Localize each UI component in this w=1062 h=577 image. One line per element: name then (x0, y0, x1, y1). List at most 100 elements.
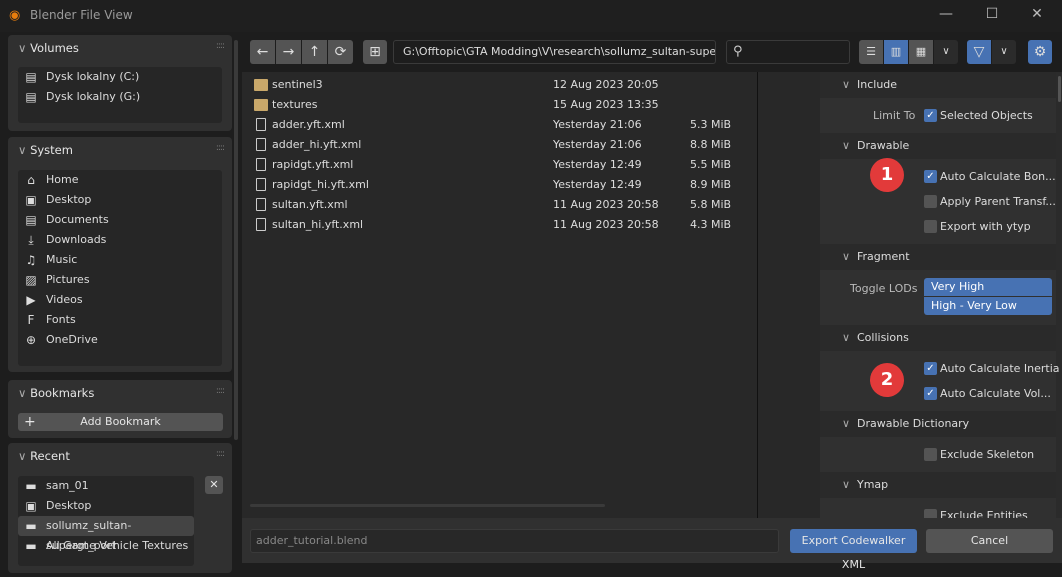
file-row[interactable]: rapidgt_hi.yft.xml Yesterday 12:49 8.9 MiB (242, 175, 820, 195)
maximize-button[interactable]: ☐ (982, 6, 1002, 26)
fragment-section-header[interactable]: ∨ Fragment (820, 244, 1056, 270)
file-icon (256, 198, 266, 211)
include-section-header[interactable]: ∨ Include (820, 72, 1056, 98)
recent-item[interactable]: ▬ sollumz_sultan-supergt_port (18, 516, 194, 552)
limit-to-label: Limit To (873, 109, 916, 122)
recent-item[interactable]: ▬ All Game Vehicle Textures (18, 536, 194, 556)
volumes-header[interactable]: ∨ Volumes (18, 41, 79, 55)
recent-item-label: Desktop (46, 499, 92, 512)
horizontal-scrollbar[interactable] (250, 504, 605, 507)
file-row[interactable]: adder.yft.xml Yesterday 21:06 5.3 MiB (242, 115, 820, 135)
volume-label: Dysk lokalny (G:) (46, 90, 141, 103)
home-icon: ⌂ (27, 173, 35, 187)
parent-directory-button[interactable]: ↑ (302, 40, 327, 64)
settings-button[interactable]: ⚙ (1028, 40, 1052, 64)
drag-handle-icon[interactable]: :::: (216, 386, 225, 396)
selected-objects-checkbox[interactable]: ✓ (924, 109, 937, 122)
volumes-panel: ∨ Volumes :::: ▤ Dysk lokalny (C:) ▤ Dysk … (8, 35, 232, 131)
minimize-button[interactable]: — (936, 6, 956, 26)
cancel-button[interactable]: Cancel (926, 529, 1053, 553)
display-options-dropdown[interactable]: ∨ (934, 40, 958, 64)
file-row[interactable]: sentinel3 12 Aug 2023 20:05 (242, 75, 820, 95)
forward-button[interactable]: → (276, 40, 301, 64)
display-thumbnails-button[interactable]: ▦ (909, 40, 933, 64)
option-checkbox[interactable] (924, 448, 937, 461)
drive-icon: ▤ (25, 70, 37, 84)
file-size: 5.5 MiB (690, 158, 732, 171)
list-icon: ☰ (866, 45, 876, 58)
bookmarks-header[interactable]: ∨ Bookmarks (18, 386, 94, 400)
system-item-label: Videos (46, 293, 83, 306)
option-checkbox[interactable] (924, 195, 937, 208)
file-icon (256, 158, 266, 171)
option-label: Auto Calculate Bon... (940, 170, 1056, 183)
volumes-list: ▤ Dysk lokalny (C:) ▤ Dysk lokalny (G:) (18, 67, 222, 123)
drag-handle-icon[interactable]: :::: (216, 41, 225, 51)
system-item[interactable]: ▨ Pictures (18, 270, 222, 290)
ymap-section-header[interactable]: ∨ Ymap (820, 472, 1056, 498)
close-button[interactable]: ✕ (1027, 6, 1047, 26)
option-checkbox[interactable]: ✓ (924, 170, 937, 183)
file-row[interactable]: sultan.yft.xml 11 Aug 2023 20:58 5.8 MiB (242, 195, 820, 215)
system-item[interactable]: ⊕ OneDrive (18, 330, 222, 350)
system-header[interactable]: ∨ System (18, 143, 73, 157)
filename-input[interactable]: adder_tutorial.blend (250, 529, 779, 553)
music-icon: ♫ (25, 253, 37, 267)
system-item-label: Music (46, 253, 78, 266)
chevron-down-icon: ∨ (942, 46, 950, 57)
system-item[interactable]: ⤓ Downloads (18, 230, 222, 250)
collisions-section-header[interactable]: ∨ Collisions (820, 325, 1056, 351)
option-checkbox[interactable]: ✓ (924, 362, 937, 375)
desktop-icon: ▣ (25, 193, 37, 207)
sidebar-scrollbar[interactable] (234, 40, 238, 440)
option-checkbox[interactable]: ✓ (924, 387, 937, 400)
recent-item[interactable]: ▣ Desktop (18, 496, 194, 516)
file-date: 11 Aug 2023 20:58 (553, 218, 659, 231)
new-directory-button[interactable]: ⊞ (363, 40, 387, 64)
option-checkbox[interactable] (924, 220, 937, 233)
search-input[interactable]: ⚲ (726, 40, 850, 64)
file-row[interactable]: rapidgt.yft.xml Yesterday 12:49 5.5 MiB (242, 155, 820, 175)
export-button[interactable]: Export Codewalker XML (790, 529, 917, 571)
filter-toggle-button[interactable]: ▽ (967, 40, 991, 64)
system-item[interactable]: ▣ Desktop (18, 190, 222, 210)
option-checkbox[interactable] (924, 509, 937, 518)
system-item[interactable]: ▤ Documents (18, 210, 222, 230)
lod-option-high-very-low[interactable]: High - Very Low (924, 297, 1052, 315)
option-label: Exclude Skeleton (940, 448, 1035, 461)
drawable-section-header[interactable]: ∨ Drawable (820, 133, 1056, 159)
file-date: 11 Aug 2023 20:58 (553, 198, 659, 211)
file-row[interactable]: sultan_hi.yft.xml 11 Aug 2023 20:58 4.3 Mi… (242, 215, 820, 235)
properties-scrollbar[interactable] (1058, 76, 1061, 102)
gear-icon: ⚙ (1033, 44, 1047, 60)
clear-recent-button[interactable]: ✕ (205, 476, 223, 494)
volume-item[interactable]: ▤ Dysk lokalny (C:) (18, 67, 222, 87)
display-horizontal-list-button[interactable]: ▥ (884, 40, 908, 64)
system-item[interactable]: ▶ Videos (18, 290, 222, 310)
file-date: Yesterday 21:06 (553, 118, 642, 131)
path-field[interactable]: G:\Offtopic\GTA Modding\V\research\sollu… (393, 40, 716, 64)
display-vertical-list-button[interactable]: ☰ (859, 40, 883, 64)
file-row[interactable]: textures 15 Aug 2023 13:35 (242, 95, 820, 115)
volume-item[interactable]: ▤ Dysk lokalny (G:) (18, 87, 222, 107)
lod-option-very-high[interactable]: Very High (924, 278, 1052, 296)
system-item-label: Desktop (46, 193, 92, 206)
file-row[interactable]: adder_hi.yft.xml Yesterday 21:06 8.8 MiB (242, 135, 820, 155)
drag-handle-icon[interactable]: :::: (216, 143, 225, 153)
recent-header[interactable]: ∨ Recent (18, 449, 70, 463)
window-title: Blender File View (30, 8, 133, 22)
drag-handle-icon[interactable]: :::: (216, 449, 225, 459)
filter-icon: ▽ (973, 44, 985, 60)
add-bookmark-button[interactable]: + Add Bookmark (18, 413, 223, 431)
blender-logo-icon: ◉ (9, 8, 21, 23)
recent-item[interactable]: ▬ sam_01 (18, 476, 194, 496)
folder-icon (254, 79, 268, 91)
filter-options-dropdown[interactable]: ∨ (992, 40, 1016, 64)
system-item[interactable]: F Fonts (18, 310, 222, 330)
system-item[interactable]: ⌂ Home (18, 170, 222, 190)
ymap-section: Exclude Entities (820, 498, 1056, 518)
system-item[interactable]: ♫ Music (18, 250, 222, 270)
drawable-dictionary-section-header[interactable]: ∨ Drawable Dictionary (820, 411, 1056, 437)
refresh-button[interactable]: ⟳ (328, 40, 353, 64)
back-button[interactable]: ← (250, 40, 275, 64)
